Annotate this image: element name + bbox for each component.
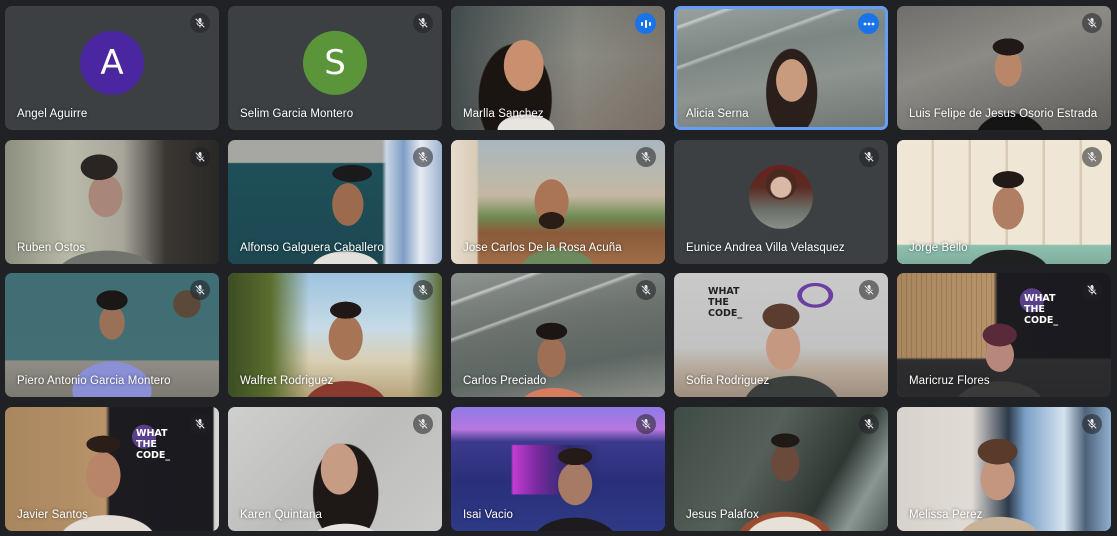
participant-tile-active[interactable]: Alicia Serna bbox=[674, 6, 888, 130]
mic-off-icon bbox=[636, 280, 656, 300]
participant-name: Jorge Bello bbox=[909, 241, 968, 254]
participant-tile[interactable]: Jorge Bello bbox=[897, 139, 1111, 264]
participant-tile[interactable]: Eunice Andrea Villa Velasquez bbox=[674, 139, 888, 264]
mic-off-icon bbox=[636, 413, 656, 434]
participant-tile[interactable]: Karen Quintana bbox=[228, 406, 442, 531]
mic-off-icon bbox=[1082, 13, 1102, 33]
participant-tile[interactable]: Alfonso Galguera Caballero bbox=[228, 139, 442, 264]
mic-off-icon bbox=[413, 280, 433, 300]
mic-off-icon bbox=[1082, 413, 1102, 434]
mic-off-icon bbox=[859, 146, 879, 167]
participant-tile[interactable]: S Selim Garcia Montero bbox=[228, 6, 442, 130]
mic-off-icon bbox=[190, 413, 210, 434]
participant-name: Ruben Ostos bbox=[17, 241, 86, 254]
participant-tile[interactable]: WHATTHECODE_ Maricruz Flores bbox=[897, 273, 1111, 397]
participant-tile[interactable]: WHATTHECODE_ Sofia Rodriguez bbox=[674, 273, 888, 397]
mic-off-icon bbox=[859, 280, 879, 300]
more-options-icon[interactable] bbox=[858, 13, 879, 34]
mic-off-icon bbox=[1082, 280, 1102, 300]
participant-name: Piero Antonio Garcia Montero bbox=[17, 375, 171, 387]
mic-off-icon bbox=[413, 413, 433, 434]
mic-off-icon bbox=[190, 146, 210, 167]
mic-off-icon bbox=[413, 13, 433, 33]
participant-name: Luis Felipe de Jesus Osorio Estrada bbox=[909, 108, 1098, 120]
participant-tile[interactable]: Ruben Ostos bbox=[5, 139, 219, 264]
avatar: A bbox=[80, 30, 144, 95]
participant-name: Maricruz Flores bbox=[909, 375, 990, 387]
participant-name: Sofia Rodriguez bbox=[686, 375, 770, 387]
mic-off-icon bbox=[190, 280, 210, 300]
participant-tile[interactable]: Marlla Sanchez bbox=[451, 6, 665, 130]
participant-name: Eunice Andrea Villa Velasquez bbox=[686, 241, 845, 254]
participant-tile[interactable]: WHATTHECODE_ Javier Santos bbox=[5, 406, 219, 531]
participant-tile[interactable]: Melissa Perez bbox=[897, 406, 1111, 531]
participant-name: Carlos Preciado bbox=[463, 375, 547, 387]
participant-tile[interactable]: Walfret Rodriguez bbox=[228, 273, 442, 397]
participant-name: Jose Carlos De la Rosa Acuña bbox=[463, 241, 622, 254]
participant-tile[interactable]: A Angel Aguirre bbox=[5, 6, 219, 130]
participant-name: Isai Vacio bbox=[463, 508, 514, 521]
mic-off-icon bbox=[859, 413, 879, 434]
avatar bbox=[749, 164, 813, 229]
participant-tile[interactable]: Luis Felipe de Jesus Osorio Estrada bbox=[897, 6, 1111, 130]
participant-tile[interactable]: Isai Vacio bbox=[451, 406, 665, 531]
participant-name: Marlla Sanchez bbox=[463, 108, 544, 120]
participant-name: Jesus Palafox bbox=[686, 508, 759, 521]
mic-off-icon bbox=[1082, 146, 1102, 167]
participant-name: Alfonso Galguera Caballero bbox=[240, 241, 384, 254]
mic-off-icon bbox=[413, 146, 433, 167]
participant-tile[interactable]: Jesus Palafox bbox=[674, 406, 888, 531]
participant-name: Melissa Perez bbox=[909, 508, 983, 521]
participant-tile[interactable]: Piero Antonio Garcia Montero bbox=[5, 273, 219, 397]
participant-tile[interactable]: Jose Carlos De la Rosa Acuña bbox=[451, 139, 665, 264]
avatar: S bbox=[303, 30, 367, 95]
speaking-indicator-icon bbox=[635, 13, 656, 34]
participant-name: Selim Garcia Montero bbox=[240, 108, 354, 120]
mic-off-icon bbox=[190, 13, 210, 33]
participant-name: Angel Aguirre bbox=[17, 108, 88, 120]
participant-name: Karen Quintana bbox=[240, 508, 322, 521]
participant-tile[interactable]: Carlos Preciado bbox=[451, 273, 665, 397]
mic-off-icon bbox=[636, 146, 656, 167]
participant-grid: A Angel Aguirre S Selim Garcia Montero M… bbox=[5, 6, 1111, 531]
participant-name: Alicia Serna bbox=[686, 108, 749, 120]
participant-name: Javier Santos bbox=[17, 508, 88, 521]
participant-name: Walfret Rodriguez bbox=[240, 375, 334, 387]
